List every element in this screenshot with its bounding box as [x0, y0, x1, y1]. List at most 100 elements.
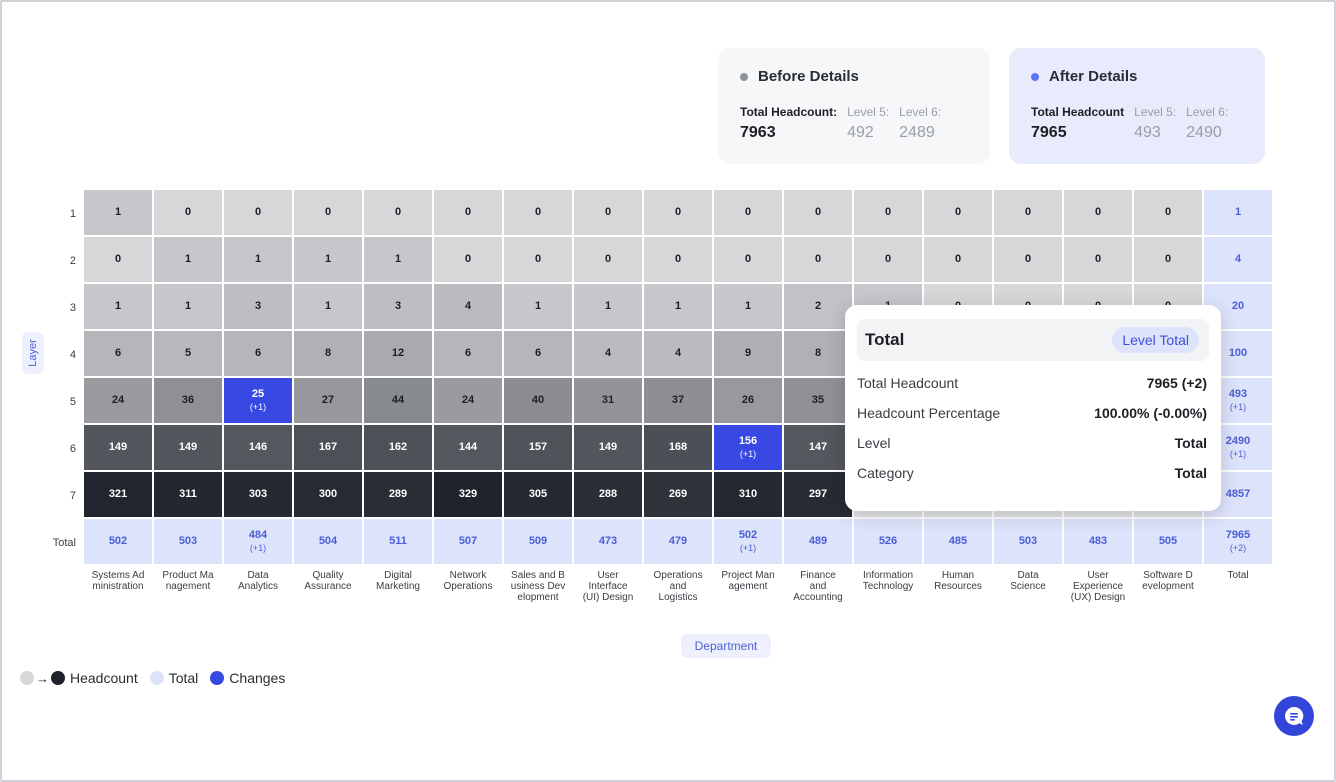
heatmap-cell[interactable]: 144	[434, 425, 502, 470]
heatmap-cell[interactable]: 37	[644, 378, 712, 423]
heatmap-cell[interactable]: 0	[784, 237, 852, 282]
heatmap-cell[interactable]: 0	[854, 237, 922, 282]
heatmap-cell[interactable]: 0	[434, 237, 502, 282]
heatmap-cell[interactable]: 149	[84, 425, 152, 470]
heatmap-cell[interactable]: 0	[574, 237, 642, 282]
heatmap-cell[interactable]: 0	[1064, 190, 1132, 235]
heatmap-cell[interactable]: 4	[434, 284, 502, 329]
heatmap-cell[interactable]: 305	[504, 472, 572, 517]
heatmap-cell[interactable]: 0	[1134, 237, 1202, 282]
heatmap-cell[interactable]: 25 (+1)	[224, 378, 292, 423]
heatmap-cell[interactable]: 0	[924, 237, 992, 282]
heatmap-cell[interactable]: 146	[224, 425, 292, 470]
heatmap-cell[interactable]: 1	[294, 237, 362, 282]
heatmap-cell[interactable]: 36	[154, 378, 222, 423]
heatmap-cell[interactable]: 310	[714, 472, 782, 517]
heatmap-cell[interactable]: 6	[504, 331, 572, 376]
heatmap-cell[interactable]: 1	[644, 284, 712, 329]
heatmap-cell[interactable]: 503	[154, 519, 222, 564]
heatmap-cell[interactable]: 4	[644, 331, 712, 376]
heatmap-cell[interactable]: 1	[294, 284, 362, 329]
heatmap-cell[interactable]: 503	[994, 519, 1062, 564]
heatmap-cell[interactable]: 483	[1064, 519, 1132, 564]
heatmap-cell[interactable]: 288	[574, 472, 642, 517]
heatmap-cell[interactable]: 3	[224, 284, 292, 329]
heatmap-cell[interactable]: 1	[1204, 190, 1272, 235]
heatmap-cell[interactable]: 1	[154, 284, 222, 329]
heatmap-cell[interactable]: 26	[714, 378, 782, 423]
heatmap-cell[interactable]: 0	[854, 190, 922, 235]
heatmap-cell[interactable]: 0	[994, 237, 1062, 282]
heatmap-cell[interactable]: 6	[84, 331, 152, 376]
heatmap-cell[interactable]: 502	[84, 519, 152, 564]
heatmap-cell[interactable]: 0	[434, 190, 502, 235]
heatmap-cell[interactable]: 311	[154, 472, 222, 517]
heatmap-cell[interactable]: 4	[1204, 237, 1272, 282]
heatmap-cell[interactable]: 526	[854, 519, 922, 564]
heatmap-cell[interactable]: 0	[504, 190, 572, 235]
heatmap-cell[interactable]: 149	[574, 425, 642, 470]
heatmap-cell[interactable]: 5	[154, 331, 222, 376]
heatmap-cell[interactable]: 0	[364, 190, 432, 235]
heatmap-cell[interactable]: 484 (+1)	[224, 519, 292, 564]
heatmap-cell[interactable]: 156 (+1)	[714, 425, 782, 470]
heatmap-cell[interactable]: 0	[714, 237, 782, 282]
heatmap-cell[interactable]: 157	[504, 425, 572, 470]
heatmap-cell[interactable]: 0	[784, 190, 852, 235]
heatmap-cell[interactable]: 0	[1064, 237, 1132, 282]
heatmap-cell[interactable]: 2	[784, 284, 852, 329]
heatmap-cell[interactable]: 489	[784, 519, 852, 564]
heatmap-cell[interactable]: 9	[714, 331, 782, 376]
heatmap-cell[interactable]: 0	[994, 190, 1062, 235]
heatmap-cell[interactable]: 4	[574, 331, 642, 376]
heatmap-cell[interactable]: 502 (+1)	[714, 519, 782, 564]
heatmap-cell[interactable]: 300	[294, 472, 362, 517]
heatmap-cell[interactable]: 1	[154, 237, 222, 282]
heatmap-cell[interactable]: 31	[574, 378, 642, 423]
heatmap-cell[interactable]: 0	[574, 190, 642, 235]
heatmap-cell[interactable]: 35	[784, 378, 852, 423]
heatmap-cell[interactable]: 1	[714, 284, 782, 329]
heatmap-cell[interactable]: 297	[784, 472, 852, 517]
heatmap-cell[interactable]: 473	[574, 519, 642, 564]
heatmap-cell[interactable]: 168	[644, 425, 712, 470]
heatmap-cell[interactable]: 27	[294, 378, 362, 423]
heatmap-cell[interactable]: 507	[434, 519, 502, 564]
heatmap-cell[interactable]: 0	[924, 190, 992, 235]
heatmap-cell[interactable]: 289	[364, 472, 432, 517]
heatmap-cell[interactable]: 0	[224, 190, 292, 235]
heatmap-cell[interactable]: 6	[434, 331, 502, 376]
heatmap-cell[interactable]: 0	[84, 237, 152, 282]
heatmap-cell[interactable]: 149	[154, 425, 222, 470]
heatmap-cell[interactable]: 24	[434, 378, 502, 423]
heatmap-cell[interactable]: 479	[644, 519, 712, 564]
heatmap-cell[interactable]: 0	[294, 190, 362, 235]
heatmap-cell[interactable]: 1	[224, 237, 292, 282]
heatmap-cell[interactable]: 269	[644, 472, 712, 517]
heatmap-cell[interactable]: 12	[364, 331, 432, 376]
heatmap-cell[interactable]: 8	[294, 331, 362, 376]
heatmap-cell[interactable]: 1	[84, 190, 152, 235]
heatmap-cell[interactable]: 509	[504, 519, 572, 564]
heatmap-cell[interactable]: 0	[644, 237, 712, 282]
heatmap-cell[interactable]: 1	[84, 284, 152, 329]
heatmap-cell[interactable]: 329	[434, 472, 502, 517]
heatmap-cell[interactable]: 6	[224, 331, 292, 376]
heatmap-cell[interactable]: 504	[294, 519, 362, 564]
heatmap-cell[interactable]: 0	[504, 237, 572, 282]
heatmap-cell[interactable]: 303	[224, 472, 292, 517]
heatmap-cell[interactable]: 0	[154, 190, 222, 235]
heatmap-cell[interactable]: 0	[714, 190, 782, 235]
heatmap-cell[interactable]: 0	[1134, 190, 1202, 235]
heatmap-cell[interactable]: 162	[364, 425, 432, 470]
heatmap-cell[interactable]: 511	[364, 519, 432, 564]
heatmap-cell[interactable]: 505	[1134, 519, 1202, 564]
heatmap-cell[interactable]: 0	[644, 190, 712, 235]
chat-button[interactable]	[1274, 696, 1314, 736]
heatmap-cell[interactable]: 485	[924, 519, 992, 564]
heatmap-cell[interactable]: 1	[364, 237, 432, 282]
heatmap-cell[interactable]: 44	[364, 378, 432, 423]
heatmap-cell[interactable]: 1	[574, 284, 642, 329]
heatmap-cell[interactable]: 1	[504, 284, 572, 329]
heatmap-cell[interactable]: 7965 (+2)	[1204, 519, 1272, 564]
